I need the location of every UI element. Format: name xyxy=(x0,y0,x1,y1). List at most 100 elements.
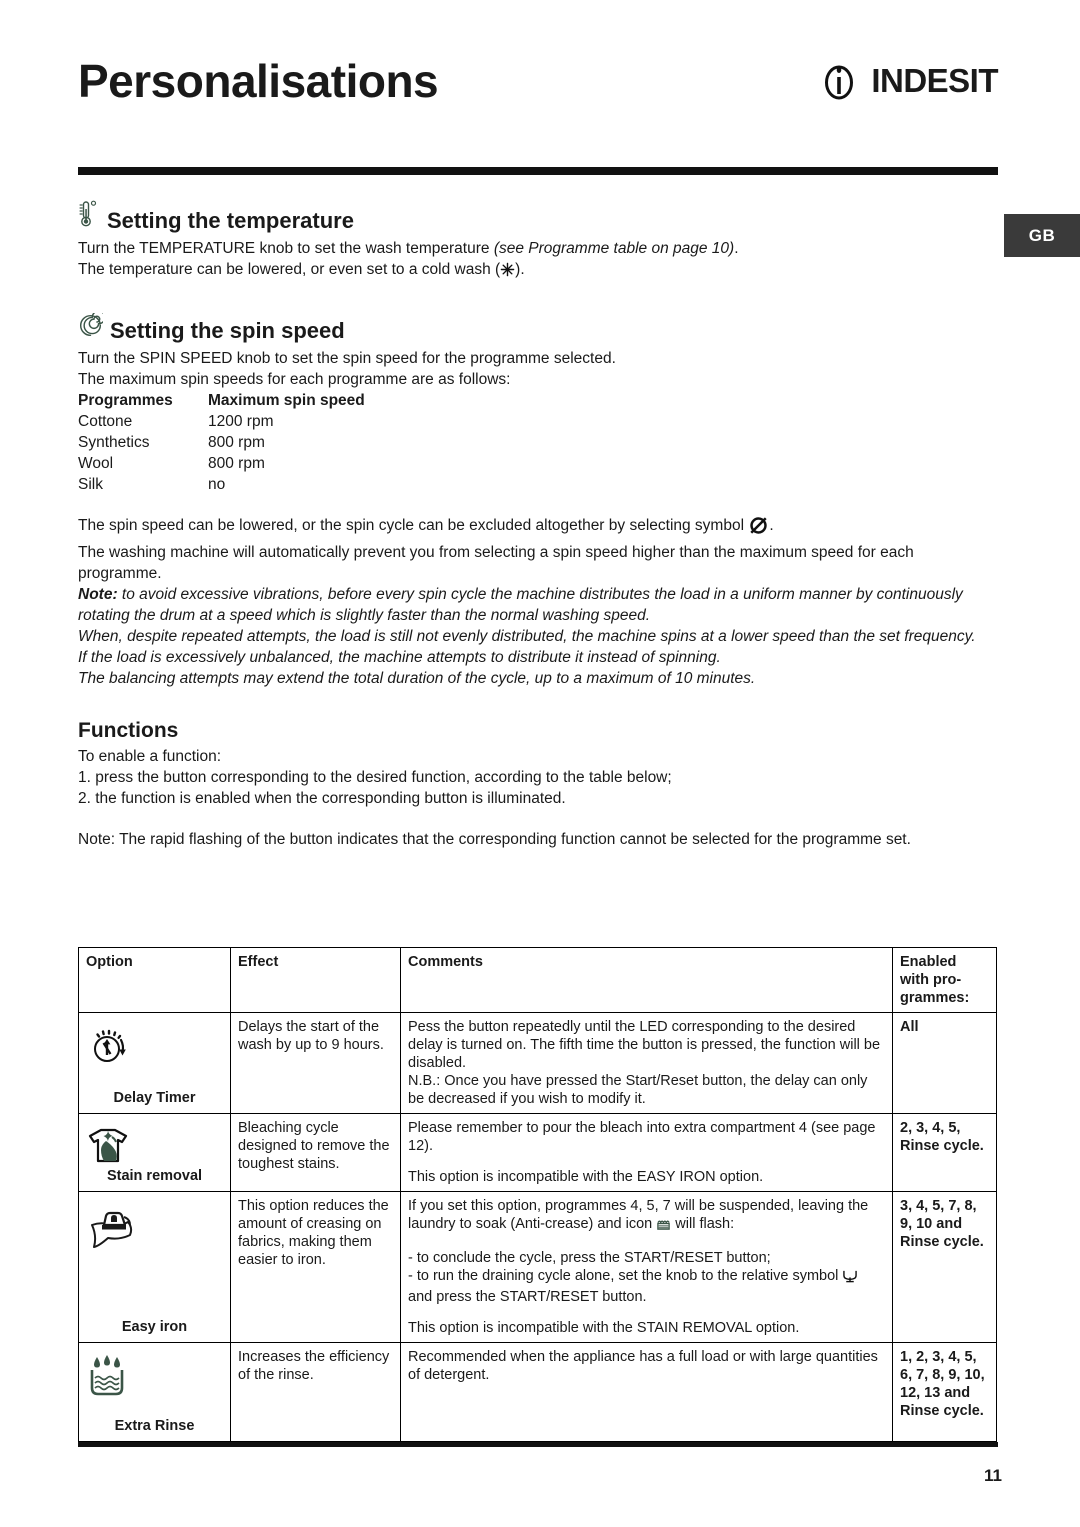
enabled-cell-easy-iron: 3, 4, 5, 7, 8, 9, 10 and Rinse cycle. xyxy=(892,1191,997,1343)
comment-spacer xyxy=(408,1236,885,1249)
option-label-extra-rinse: Extra Rinse xyxy=(114,1418,195,1434)
spiral-icon xyxy=(78,310,106,344)
option-cell-easy-iron: Easy iron xyxy=(78,1191,231,1343)
spin-note: Note: to avoid excessive vibrations, bef… xyxy=(78,584,998,626)
spin-note-text: to avoid excessive vibrations, before ev… xyxy=(78,586,963,624)
effect-cell-easy-iron: This option reduces the amount of creasi… xyxy=(230,1191,401,1343)
snowflake-icon xyxy=(500,262,515,283)
temperature-line-2-b: ). xyxy=(515,261,525,278)
spin-note-line-4: The balancing attempts may extend the to… xyxy=(78,670,756,687)
comments-cell-extra-rinse: Recommended when the appliance has a ful… xyxy=(400,1342,893,1442)
temperature-line-2-a: The temperature can be lowered, or even … xyxy=(78,261,501,278)
spin-table-header-maxspeed: Maximum spin speed xyxy=(208,392,365,409)
enabled-cell-stain-removal: 2, 3, 4, 5, Rinse cycle. xyxy=(892,1113,997,1192)
temperature-line-1-ref: (see Programme table on page 10) xyxy=(493,240,735,257)
page-title: Personalisations xyxy=(78,55,439,107)
delay-timer-icon xyxy=(86,1024,223,1073)
options-table-header-row: Option Effect Comments Enabled with pro-… xyxy=(78,947,997,1013)
indesit-mark-icon xyxy=(816,58,862,104)
functions-step-1: 1. press the button corresponding to the… xyxy=(78,769,672,786)
option-label-easy-iron: Easy iron xyxy=(121,1319,188,1335)
temperature-line-2: The temperature can be lowered, or even … xyxy=(78,259,998,283)
options-header-comments: Comments xyxy=(400,947,893,1013)
locale-badge-label: GB xyxy=(1028,225,1056,245)
table-row: Extra Rinse Increases the efficiency of … xyxy=(78,1342,997,1442)
options-table: Option Effect Comments Enabled with pro-… xyxy=(78,947,997,1442)
enabled-cell-extra-rinse: 1, 2, 3, 4, 5, 6, 7, 8, 9, 10, 12, 13 an… xyxy=(892,1342,997,1442)
brand-name: INDESIT xyxy=(871,62,998,99)
comment-line: This option is incompatible with the EAS… xyxy=(408,1169,764,1185)
comments-cell-delay-timer: Pess the button repeatedly until the LED… xyxy=(400,1012,893,1114)
comment-spacer xyxy=(408,1306,885,1319)
comment-line: Pess the button repeatedly until the LED… xyxy=(408,1019,881,1071)
option-cell-delay-timer: Delay Timer xyxy=(78,1012,231,1114)
section-heading-temperature-label: Setting the temperature xyxy=(107,208,354,233)
spin-paragraph-1: The spin speed can be lowered, or the sp… xyxy=(78,515,998,542)
table-row: Easy iron This option reduces the amount… xyxy=(78,1191,997,1343)
functions-note: Note: The rapid flashing of the button i… xyxy=(78,831,911,848)
anti-crease-icon xyxy=(656,1217,671,1236)
locale-badge: GB xyxy=(1004,214,1080,257)
easy-iron-icon xyxy=(86,1203,223,1256)
section-heading-spin: Setting the spin speed xyxy=(78,310,998,344)
comment-line: If you set this option, programmes 4, 5,… xyxy=(408,1198,869,1232)
comment-line: This option is incompatible with the STA… xyxy=(408,1320,800,1336)
spin-row-programme: Wool xyxy=(78,455,114,472)
document-page: Personalisations INDESIT GB Setting the … xyxy=(0,0,1080,1527)
effect-cell-extra-rinse: Increases the efficiency of the rinse. xyxy=(230,1342,401,1442)
effect-cell-stain-removal: Bleaching cycle designed to remove the t… xyxy=(230,1113,401,1192)
option-cell-stain-removal: Stain removal xyxy=(78,1113,231,1192)
comment-line: N.B.: Once you have pressed the Start/Re… xyxy=(408,1073,868,1107)
no-spin-icon xyxy=(748,515,769,542)
spin-paragraph-1-a: The spin speed can be lowered, or the sp… xyxy=(78,517,749,534)
comment-spacer xyxy=(408,1155,885,1168)
spin-note-line-2: When, despite repeated attempts, the loa… xyxy=(78,628,976,645)
spin-speed-table: Programmes Maximum spin speed Cottone 12… xyxy=(78,390,365,495)
functions-step-2: 2. the function is enabled when the corr… xyxy=(78,790,566,807)
comments-cell-stain-removal: Please remember to pour the bleach into … xyxy=(400,1113,893,1192)
extra-rinse-icon xyxy=(86,1354,223,1403)
option-label-stain-removal: Stain removal xyxy=(106,1168,203,1184)
comment-bullet: - to conclude the cycle, press the START… xyxy=(408,1250,771,1266)
options-header-effect: Effect xyxy=(230,947,401,1013)
page-header: Personalisations INDESIT xyxy=(78,30,998,120)
spin-table-header-row: Programmes Maximum spin speed xyxy=(78,390,365,411)
table-row: Silk no xyxy=(78,474,365,495)
comment-line: and press the START/RESET button. xyxy=(408,1289,647,1305)
spin-line-1: Turn the SPIN SPEED knob to set the spin… xyxy=(78,350,616,367)
spin-row-programme: Silk xyxy=(78,476,103,493)
brand-logo: INDESIT xyxy=(816,58,998,104)
spin-paragraph-2: The washing machine will automatically p… xyxy=(78,544,914,582)
comment-line: Please remember to pour the bleach into … xyxy=(408,1120,876,1154)
temperature-line-1: Turn the TEMPERATURE knob to set the was… xyxy=(78,238,998,259)
section-heading-functions: Functions xyxy=(78,719,179,742)
temperature-line-1-c: . xyxy=(734,240,739,257)
section-heading-spin-label: Setting the spin speed xyxy=(110,318,345,343)
option-cell-extra-rinse: Extra Rinse xyxy=(78,1342,231,1442)
drain-symbol-icon xyxy=(842,1269,858,1288)
table-row: Synthetics 800 rpm xyxy=(78,432,365,453)
options-header-enabled: Enabled with pro-grammes: xyxy=(892,947,997,1013)
spin-row-speed: 1200 rpm xyxy=(208,413,274,430)
options-header-option: Option xyxy=(78,947,231,1013)
section-heading-temperature: Setting the temperature xyxy=(78,200,998,234)
thermometer-icon xyxy=(78,200,100,234)
table-row: Stain removal Bleaching cycle designed t… xyxy=(78,1113,997,1192)
page-content: Setting the temperature Turn the TEMPERA… xyxy=(78,200,998,850)
comment-bullet: - to run the draining cycle alone, set t… xyxy=(408,1268,843,1284)
comments-cell-easy-iron: If you set this option, programmes 4, 5,… xyxy=(400,1191,893,1343)
spin-note-line-3: If the load is excessively unbalanced, t… xyxy=(78,649,721,666)
temperature-line-1-a: Turn the TEMPERATURE knob to set the was… xyxy=(78,240,494,257)
spin-row-programme: Cottone xyxy=(78,413,133,430)
spin-row-programme: Synthetics xyxy=(78,434,150,451)
spin-table-header-programmes: Programmes xyxy=(78,392,173,409)
table-row: Cottone 1200 rpm xyxy=(78,411,365,432)
effect-cell-delay-timer: Delays the start of the wash by up to 9 … xyxy=(230,1012,401,1114)
spin-row-speed: no xyxy=(208,476,226,493)
functions-intro: To enable a function: xyxy=(78,748,222,765)
enabled-cell-delay-timer: All xyxy=(892,1012,997,1114)
spin-row-speed: 800 rpm xyxy=(208,455,265,472)
spin-paragraph-1-b: . xyxy=(769,517,774,534)
spin-line-2: The maximum spin speeds for each program… xyxy=(78,371,511,388)
page-number: 11 xyxy=(984,1466,1002,1485)
